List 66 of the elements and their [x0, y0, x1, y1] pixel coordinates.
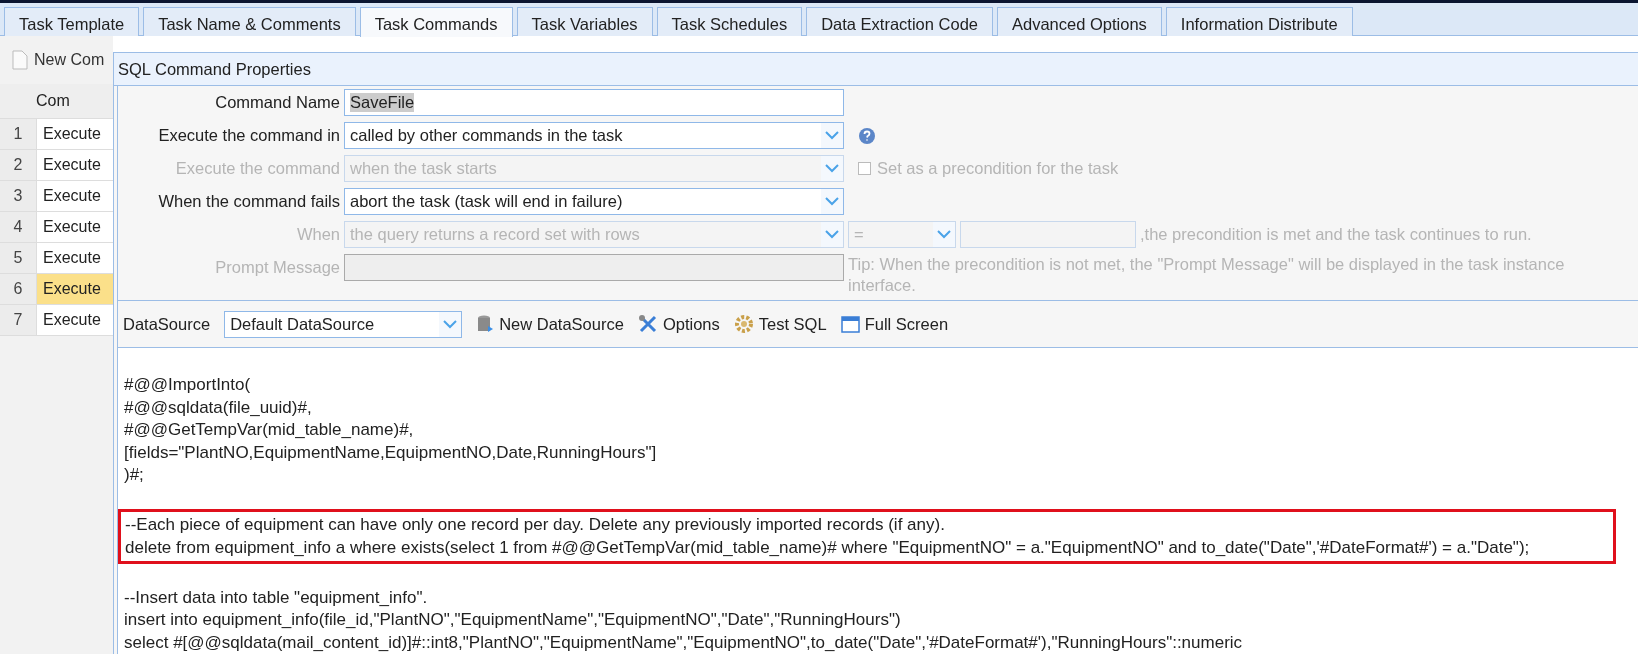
checkbox-label: Set as a precondition for the task [877, 159, 1119, 178]
field-label: When the command fails [157, 191, 340, 212]
tip-text: Tip: When the precondition is not met, the "Prompt Message" will be displayed in the task instance interface. [848, 254, 1566, 296]
row-number: 1 [0, 119, 37, 149]
row-number: 4 [0, 212, 37, 242]
dropdown[interactable]: called by other commands in the task [344, 122, 844, 149]
row-number: 7 [0, 305, 37, 335]
row-number: 5 [0, 243, 37, 273]
code-line: select #[@@sqldata(mail_content_id)]#::int8,"PlantNO","EquipmentName","EquipmentNO",to_date("Date",'#DateFormat#'),"RunningHours"::numeric [124, 631, 1244, 654]
field-label: Execute the command in [157, 125, 340, 146]
caret-icon [937, 230, 951, 239]
field-label: When [295, 224, 340, 245]
table-cell[interactable]: Execute [37, 243, 113, 273]
help-icon[interactable] [858, 126, 876, 145]
code-line: )#; [124, 464, 145, 486]
code-editor[interactable] [118, 348, 1638, 654]
code-line: delete from equipment_info a where exists(select 1 from #@@GetTempVar(mid_table_name)# where "EquipmentNO" = a."EquipmentNO" and to_date("Date",'#DateFormat#') = a."Date"); [125, 536, 1531, 559]
datasource-label: DataSource [123, 314, 211, 334]
table-cell[interactable]: Execute [37, 119, 113, 149]
document-icon [12, 50, 28, 70]
gear-icon [733, 314, 754, 334]
dropdown[interactable]: abort the task (task will end in failure) [344, 188, 844, 215]
code-line: #@@sqldata(file_uuid)#, [124, 396, 313, 419]
condition-text: ,the precondition is met and the task continues to run. [1140, 224, 1532, 245]
code-line: #@@GetTempVar(mid_table_name)#, [124, 419, 415, 441]
tab[interactable]: Task Variables [516, 7, 653, 36]
row-number: 6 [0, 274, 37, 304]
code-line: --Insert data into table "equipment_info". [124, 586, 429, 609]
row-number: 2 [0, 150, 37, 180]
tab[interactable]: Task Name & Comments [143, 7, 356, 36]
toolbar-button[interactable]: Test SQL [733, 314, 827, 334]
table-cell[interactable]: Execute [37, 181, 113, 211]
datasource-dropdown[interactable]: Default DataSource [224, 310, 463, 338]
new-command-button[interactable]: New Com [12, 50, 105, 70]
tab[interactable]: Advanced Options [997, 7, 1162, 36]
code-line: insert into equipment_info(file_id,"PlantNO","EquipmentName","EquipmentNO","Date","RunningHours") [124, 609, 902, 631]
database-icon [476, 314, 495, 334]
value-field[interactable] [960, 221, 1136, 248]
tab[interactable]: Task Template [4, 7, 140, 36]
table-cell[interactable]: Execute [37, 274, 113, 304]
field-label: Command Name [214, 92, 340, 113]
row-number: 3 [0, 181, 37, 211]
field-label: Prompt Message [214, 257, 340, 278]
tab[interactable]: Data Extraction Code [806, 7, 993, 36]
tab[interactable]: Information Distribute [1165, 7, 1353, 36]
table-cell[interactable]: Execute [37, 305, 113, 335]
caret-icon [825, 230, 839, 239]
toolbar-button[interactable]: Options [637, 314, 720, 334]
tools-icon [637, 314, 658, 334]
code-line: --Each piece of equipment can have only one record per day. Delete any previously imported records (if any). [125, 514, 946, 536]
toolbar-button[interactable]: New DataSource [476, 314, 624, 334]
table-cell[interactable]: Execute [37, 212, 113, 242]
caret-icon [825, 164, 839, 173]
caret-icon [825, 131, 839, 140]
caret-icon [825, 197, 839, 206]
tab[interactable]: Task Schedules [656, 7, 803, 36]
window-icon [840, 315, 860, 333]
dialog-title: SQL Command Properties [118, 59, 311, 79]
caret-icon [443, 319, 458, 329]
tab[interactable]: Task Commands [359, 7, 513, 37]
toolbar-button[interactable]: Full Screen [840, 314, 949, 334]
code-line: #@@ImportInto( [124, 374, 252, 396]
code-line: [fields="PlantNO,EquipmentName,EquipmentNO,Date,RunningHours"] [124, 441, 658, 464]
text-field[interactable]: SaveFile [344, 89, 844, 116]
table-cell[interactable]: Execute [37, 150, 113, 180]
field-label: Execute the command [174, 158, 340, 179]
